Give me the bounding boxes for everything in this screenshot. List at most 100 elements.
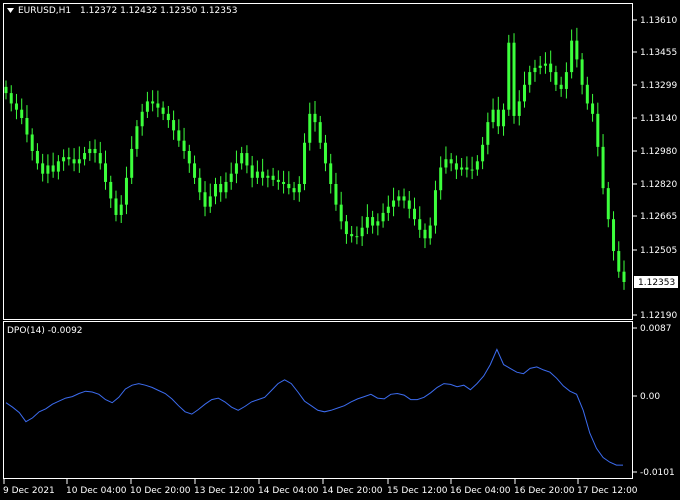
candle-body <box>355 236 359 238</box>
candle-body <box>109 181 113 199</box>
candle-body <box>72 159 76 164</box>
candle-body <box>266 175 270 178</box>
candle-body <box>240 153 244 164</box>
candle-body <box>20 109 24 118</box>
price-tick: 1.13455 <box>640 48 677 58</box>
candle-body <box>276 179 280 182</box>
candle-body <box>77 159 81 164</box>
ohlc-label: 1.12372 1.12432 1.12350 1.12353 <box>80 6 237 16</box>
time-tick: 13 Dec 12:00 <box>194 486 255 496</box>
candle-body <box>543 63 547 66</box>
candle-body <box>454 163 458 170</box>
candle-body <box>9 93 13 104</box>
time-tick: 9 Dec 2021 <box>3 486 55 496</box>
price-tick: 1.13140 <box>640 114 677 124</box>
price-tick: 1.12665 <box>640 212 677 222</box>
symbol-dropdown-icon[interactable] <box>7 8 14 13</box>
candle-body <box>297 184 301 193</box>
candle-body <box>360 227 364 237</box>
time-tick: 15 Dec 12:00 <box>387 486 448 496</box>
indicator-axis: 0.0087 0.00 -0.0101 <box>633 324 675 478</box>
candle-body <box>25 118 29 135</box>
candle-body <box>350 234 354 237</box>
candle-body <box>140 111 144 127</box>
candle-body <box>151 101 155 104</box>
candle-body <box>4 86 8 94</box>
time-tick: 17 Dec 12:00 <box>577 486 638 496</box>
candle-body <box>35 151 39 164</box>
candle-body <box>339 204 343 222</box>
candle-body <box>323 142 327 164</box>
candle-body <box>83 153 87 160</box>
candle-body <box>208 196 212 207</box>
time-tick: 10 Dec 04:00 <box>66 486 127 496</box>
candle-body <box>124 177 128 205</box>
candle-body <box>14 103 18 110</box>
candle-body <box>46 165 50 174</box>
candle-body <box>617 251 621 272</box>
candle-body <box>308 113 312 143</box>
candle-body <box>67 157 71 160</box>
candle-body <box>470 169 474 171</box>
candle-body <box>287 184 291 189</box>
candlestick-series <box>4 27 626 290</box>
candle-body <box>98 153 102 164</box>
candle-body <box>313 113 317 123</box>
candle-body <box>575 40 579 60</box>
candle-body <box>413 208 417 220</box>
candle-body <box>187 151 191 164</box>
candle-body <box>423 229 427 239</box>
candle-body <box>559 84 563 89</box>
price-tick: 1.13299 <box>640 81 677 91</box>
chart-terminal[interactable]: EURUSD,H1 1.12372 1.12432 1.12350 1.1235… <box>0 0 680 500</box>
time-tick: 16 Dec 20:00 <box>514 486 575 496</box>
candle-body <box>234 163 238 174</box>
candle-body <box>250 165 254 178</box>
candle-body <box>402 196 406 201</box>
candle-body <box>570 40 574 73</box>
candle-body <box>182 140 186 151</box>
symbol-label[interactable]: EURUSD,H1 <box>18 6 71 16</box>
price-tick: 1.13610 <box>640 16 677 26</box>
candle-body <box>449 159 453 164</box>
candle-body <box>261 171 265 178</box>
candle-body <box>145 101 149 112</box>
candle-body <box>528 72 532 85</box>
candle-body <box>292 188 296 193</box>
candle-body <box>418 219 422 230</box>
candle-body <box>245 153 249 166</box>
candle-body <box>517 101 521 116</box>
indicator-tick: -0.0101 <box>640 468 675 478</box>
indicator-label[interactable]: DPO(14) -0.0092 <box>7 326 83 336</box>
candle-body <box>88 148 92 154</box>
candle-body <box>62 157 66 162</box>
price-axis: 1.13610 1.13455 1.13299 1.13140 1.12980 … <box>633 16 677 321</box>
candle-body <box>51 165 55 172</box>
candle-body <box>172 120 176 131</box>
candle-body <box>224 181 228 193</box>
candle-body <box>622 271 626 282</box>
indicator-frame <box>3 321 633 479</box>
dpo-line <box>5 348 623 466</box>
candle-body <box>507 42 511 110</box>
candle-body <box>564 72 568 89</box>
current-price-tag: 1.12353 <box>634 276 678 288</box>
candle-body <box>386 206 390 213</box>
time-tick: 10 Dec 20:00 <box>130 486 191 496</box>
candle-body <box>135 126 139 149</box>
candle-body <box>229 173 233 182</box>
time-tick: 16 Dec 04:00 <box>450 486 511 496</box>
candle-body <box>428 225 432 239</box>
candle-body <box>496 109 500 127</box>
candle-body <box>606 188 610 220</box>
candle-body <box>392 200 396 207</box>
candle-body <box>166 113 170 121</box>
candle-body <box>219 184 223 193</box>
indicator-tick: 0.0087 <box>640 324 672 334</box>
time-tick: 14 Dec 20:00 <box>322 486 383 496</box>
candle-body <box>334 184 338 205</box>
candle-body <box>601 146 605 189</box>
price-tick: 1.12820 <box>640 180 677 190</box>
candle-body <box>533 67 537 73</box>
candle-body <box>549 63 553 73</box>
